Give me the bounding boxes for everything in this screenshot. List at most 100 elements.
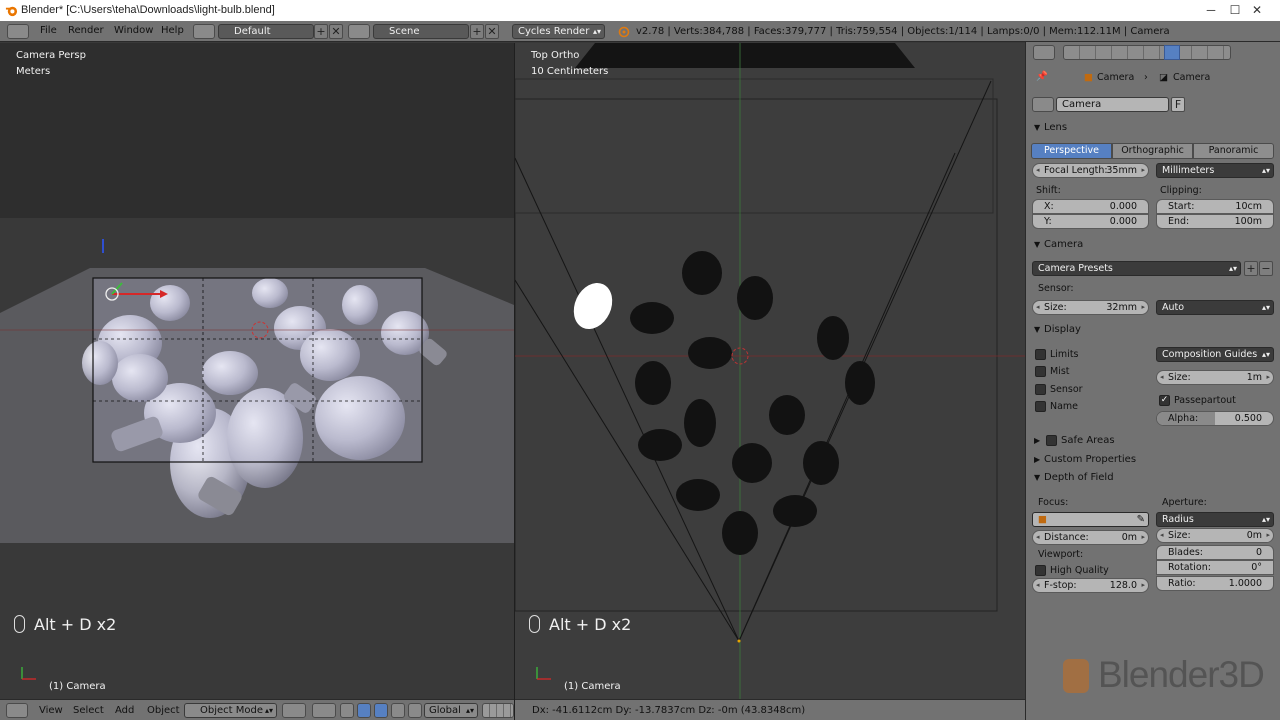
alpha-slider[interactable]: Alpha: 0.500 [1156, 411, 1274, 426]
focal-length-label: Focal Length: [1044, 165, 1108, 176]
layers-grid-icon[interactable] [482, 703, 514, 718]
lens-tab-panoramic[interactable]: Panoramic [1193, 143, 1274, 159]
sensor-display-label: Sensor [1050, 384, 1083, 395]
camera-datablock-name[interactable]: Camera [1056, 97, 1169, 112]
lens-tab-orthographic[interactable]: Orthographic [1112, 143, 1193, 159]
dropdown-arrow-icon: ▴▾ [264, 706, 273, 715]
remove-preset-button[interactable]: − [1259, 261, 1273, 276]
pivot-point-icon[interactable] [312, 703, 336, 718]
layout-remove-button[interactable]: ✕ [329, 24, 343, 39]
lens-panel-title: Lens [1044, 122, 1068, 133]
limits-checkbox[interactable] [1035, 349, 1046, 360]
display-size-label: Size: [1168, 372, 1191, 383]
passepartout-checkbox[interactable]: ✓ [1159, 395, 1170, 406]
clip-start-field[interactable]: Start: 10cm [1156, 199, 1274, 214]
editor-type-icon[interactable] [1033, 45, 1055, 60]
aperture-size-field[interactable]: ◂ Size: 0m ▸ [1156, 528, 1274, 543]
close-button[interactable]: ✕ [1234, 0, 1280, 21]
sensor-size-label: Size: [1044, 302, 1067, 313]
high-quality-checkbox[interactable] [1035, 565, 1046, 576]
blades-field[interactable]: Blades: 0 [1156, 545, 1274, 560]
breadcrumb-data: Camera [1173, 72, 1211, 83]
menu-render[interactable]: Render [68, 25, 104, 36]
camera-data-tab-icon[interactable] [1164, 45, 1180, 60]
screen-layout-icon[interactable] [193, 24, 215, 39]
aperture-size-value: 0m [1246, 530, 1262, 541]
menu-object[interactable]: Object [147, 705, 180, 716]
layout-add-button[interactable]: + [314, 24, 328, 39]
menu-view[interactable]: View [39, 705, 63, 716]
name-label: Name [1050, 401, 1079, 412]
sensor-fit-label: Auto [1162, 302, 1185, 313]
shift-x-field[interactable]: X: 0.000 [1032, 199, 1149, 214]
safe-areas-checkbox[interactable] [1046, 435, 1057, 446]
sensor-checkbox[interactable] [1035, 384, 1046, 395]
viewport-top-ortho[interactable]: Top Ortho 10 Centimeters Alt + D x2 (1) … [515, 43, 1025, 699]
transform-orientation-dropdown[interactable]: Global ▴▾ [424, 703, 478, 718]
lens-tab-perspective[interactable]: Perspective [1031, 143, 1112, 159]
manipulator-toggle-icon[interactable] [340, 703, 354, 718]
sensor-size-field[interactable]: ◂ Size: 32mm ▸ [1032, 300, 1149, 315]
lens-unit-dropdown[interactable]: Millimeters ▴▾ [1156, 163, 1274, 178]
render-engine-dropdown[interactable]: Cycles Render ▴▾ [512, 24, 605, 39]
add-preset-button[interactable]: + [1244, 261, 1258, 276]
menu-select[interactable]: Select [73, 705, 104, 716]
focus-distance-value: 0m [1121, 532, 1137, 543]
properties-context-tabs[interactable] [1063, 45, 1231, 60]
ratio-field[interactable]: Ratio: 1.0000 [1156, 576, 1274, 591]
pin-icon[interactable]: 📌 [1036, 71, 1048, 82]
breadcrumb-object: Camera [1097, 72, 1135, 83]
dropdown-arrow-icon: ▴▾ [465, 706, 474, 715]
scene-add-button[interactable]: + [470, 24, 484, 39]
scene-field[interactable]: Scene [373, 24, 469, 39]
fstop-field[interactable]: ◂ F-stop: 128.0 ▸ [1032, 578, 1149, 593]
menu-add[interactable]: Add [115, 705, 134, 716]
shift-y-field[interactable]: Y: 0.000 [1032, 214, 1149, 229]
focal-length-field[interactable]: ◂ Focal Length: 35mm ▸ [1032, 163, 1149, 178]
increment-arrow-icon: ▸ [1141, 533, 1145, 541]
clip-end-field[interactable]: End: 100m [1156, 214, 1274, 229]
editor-type-icon[interactable] [6, 703, 28, 718]
mist-checkbox[interactable] [1035, 366, 1046, 377]
camera-data-browse-icon[interactable] [1032, 97, 1054, 112]
object-icon: ■ [1038, 514, 1047, 525]
safe-areas-panel-header[interactable]: ▶ [1034, 435, 1044, 446]
object-mode-label: Object Mode [200, 705, 263, 716]
menu-window[interactable]: Window [114, 25, 153, 36]
editor-type-icon[interactable] [7, 24, 29, 39]
increment-arrow-icon: ▸ [1266, 531, 1270, 539]
eyedropper-icon[interactable]: ✎ [1137, 513, 1145, 526]
aperture-size-label: Size: [1168, 530, 1191, 541]
fake-user-button[interactable]: F [1171, 97, 1185, 112]
lens-panel-header[interactable]: ▼ Lens [1034, 122, 1067, 133]
focus-distance-field[interactable]: ◂ Distance: 0m ▸ [1032, 530, 1149, 545]
menu-help[interactable]: Help [161, 25, 184, 36]
viewport-camera-persp[interactable]: Camera Persp Meters Alt + D x2 (1) Camer… [0, 43, 514, 699]
composition-guides-dropdown[interactable]: Composition Guides ▴▾ [1156, 347, 1274, 362]
viewport-shading-icon[interactable] [282, 703, 306, 718]
aperture-type-dropdown[interactable]: Radius ▴▾ [1156, 512, 1274, 527]
display-panel-header[interactable]: ▼ Display [1034, 324, 1081, 335]
layout-field[interactable]: Default [218, 24, 314, 39]
scene-icon[interactable] [348, 24, 370, 39]
focus-object-field[interactable]: ■ ✎ [1032, 512, 1149, 527]
translate-manipulator-icon[interactable] [357, 703, 371, 718]
camera-presets-dropdown[interactable]: Camera Presets ▴▾ [1032, 261, 1241, 276]
interaction-mode-dropdown[interactable]: Object Mode ▴▾ [184, 703, 277, 718]
sensor-fit-dropdown[interactable]: Auto ▴▾ [1156, 300, 1274, 315]
scale-manipulator-icon[interactable] [391, 703, 405, 718]
manipulator-space-icon[interactable] [408, 703, 422, 718]
shift-y-label: Y: [1044, 216, 1052, 227]
focal-length-value: 35mm [1106, 165, 1137, 176]
camera-panel-header[interactable]: ▼ Camera [1034, 239, 1083, 250]
scene-remove-button[interactable]: ✕ [485, 24, 499, 39]
decrement-arrow-icon: ◂ [1036, 303, 1040, 311]
custom-properties-panel-header[interactable]: ▶ Custom Properties [1034, 454, 1136, 465]
menu-file[interactable]: File [40, 25, 57, 36]
name-checkbox[interactable] [1035, 401, 1046, 412]
key-hint: Alt + D x2 [549, 615, 632, 634]
rotate-manipulator-icon[interactable] [374, 703, 388, 718]
rotation-field[interactable]: Rotation: 0° [1156, 560, 1274, 575]
dof-panel-header[interactable]: ▼ Depth of Field [1034, 472, 1114, 483]
display-size-field[interactable]: ◂ Size: 1m ▸ [1156, 370, 1274, 385]
